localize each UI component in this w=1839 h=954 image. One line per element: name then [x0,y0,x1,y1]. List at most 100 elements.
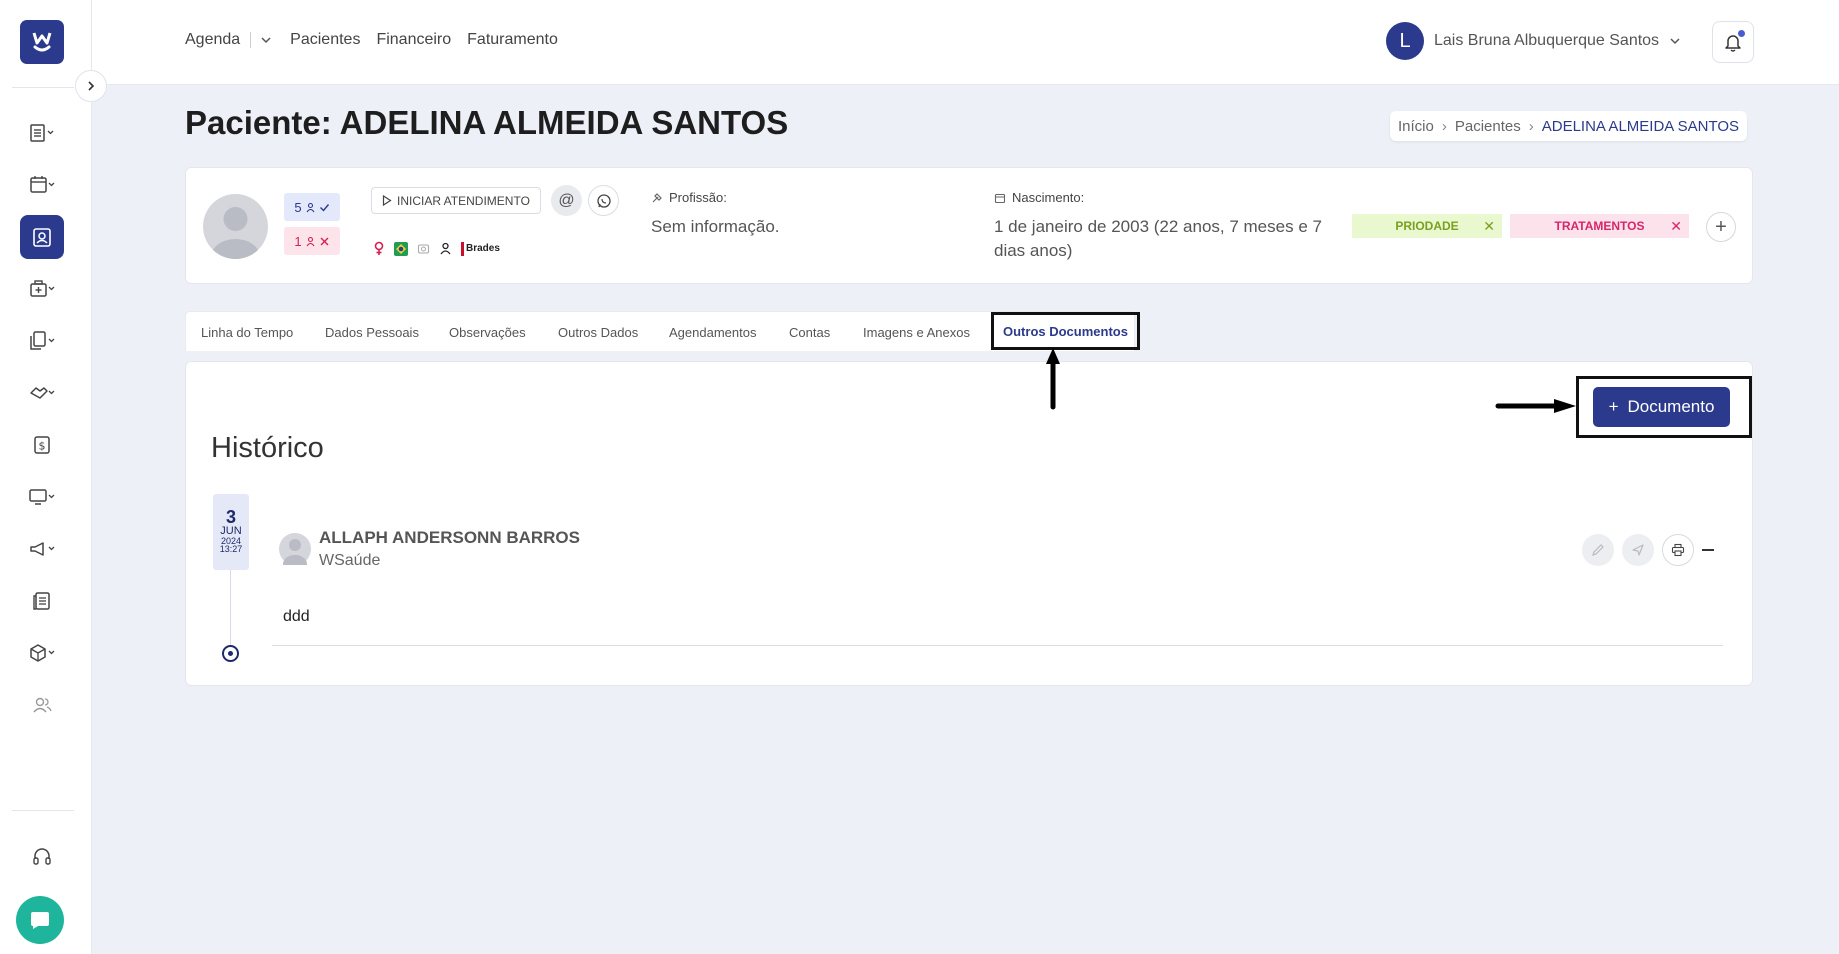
dollar-icon: $ [34,436,50,454]
patient-card: 5 1 INICIAR ATENDIMENTO @ Brades Profiss… [185,167,1753,284]
chevron-right-icon [88,81,95,91]
sidebar-item-reports[interactable] [20,579,64,623]
tag-priority: PRIODADE ✕ [1352,214,1502,238]
sidebar-divider [12,87,74,88]
sidebar-item-monitor[interactable] [20,475,64,519]
sidebar-item-patients[interactable] [20,215,64,259]
nav-financeiro[interactable]: Financeiro [376,31,451,49]
printer-icon [1671,543,1685,557]
plus-icon: + [1608,397,1619,416]
edit-button[interactable] [1582,534,1614,566]
sidebar-item-schedule[interactable] [20,163,64,207]
date-day: 3 [225,507,236,527]
calendar-icon [30,176,55,193]
add-document-label: Documento [1627,397,1715,416]
sidebar-toggle-button[interactable] [75,70,107,102]
timeline-end-icon [222,645,239,662]
timeline-line [230,570,231,650]
whatsapp-icon [596,193,611,208]
attended-badge: 5 [284,193,340,221]
camera-off-icon [417,244,430,254]
person-icon [306,236,315,246]
remove-tag-icon[interactable]: ✕ [1670,218,1682,235]
sidebar-item-records[interactable] [20,111,64,155]
add-document-button[interactable]: + Documento [1593,387,1730,427]
chevron-down-icon[interactable] [260,34,272,46]
chevron-down-icon [1670,38,1680,45]
tab-images-attachments[interactable]: Imagens e Anexos [863,312,970,352]
users-icon [33,697,52,713]
email-button[interactable]: @ [551,185,582,216]
sidebar-item-marketing[interactable] [20,527,64,571]
notifications-button[interactable] [1712,21,1754,63]
list-icon [30,124,54,142]
entry-text: ddd [283,608,310,625]
app-logo[interactable] [20,20,64,64]
attended-count: 5 [294,199,302,215]
patient-avatar [203,194,268,259]
nav-faturamento[interactable]: Faturamento [467,31,558,49]
missed-count: 1 [294,233,302,249]
brazil-flag-icon [394,241,408,256]
date-time: 13:27 [219,544,243,554]
tab-accounts[interactable]: Contas [789,312,830,352]
play-icon [382,195,392,206]
whatsapp-button[interactable] [588,185,619,216]
tab-observations[interactable]: Observações [449,312,526,352]
collapse-entry-icon[interactable] [1702,549,1714,551]
user-name: Lais Bruna Albuquerque Santos [1434,32,1660,49]
tag-label: TRATAMENTOS [1554,219,1645,233]
profession-label-group: Profissão: [651,190,727,205]
insurance-logo: Brades [461,241,500,256]
print-button[interactable] [1662,534,1694,566]
page-title: Paciente: ADELINA ALMEIDA SANTOS [185,104,789,141]
package-icon [30,644,55,662]
chevron-right-icon: › [1441,117,1447,135]
sidebar-item-clinic[interactable] [20,267,64,311]
chat-button[interactable] [16,896,64,944]
notification-dot [1738,30,1745,37]
author-organization: WSaúde [319,552,381,569]
remove-tag-icon[interactable]: ✕ [1483,218,1495,235]
tab-other-data[interactable]: Outros Dados [558,312,638,352]
medical-bag-icon [30,280,55,297]
start-attendance-button[interactable]: INICIAR ATENDIMENTO [371,187,541,214]
user-placeholder-icon [211,207,260,259]
nav-agenda[interactable]: Agenda [185,31,240,49]
send-icon [1632,544,1644,556]
documents-icon [30,331,55,350]
sidebar-item-partners[interactable] [20,371,64,415]
sidebar-item-documents[interactable] [20,319,64,363]
topbar: Agenda Pacientes Financeiro Faturamento … [92,0,1839,85]
insurance-name: Brades [466,243,500,254]
documents-panel: + Documento Histórico 3 JUN 2024 13:27 A… [185,361,1753,686]
send-button[interactable] [1622,534,1654,566]
nav-pacientes[interactable]: Pacientes [290,31,360,49]
monitor-icon [29,489,55,505]
tab-other-documents[interactable]: Outros Documentos [991,312,1140,350]
sidebar-divider [12,810,74,811]
tab-personal-data[interactable]: Dados Pessoais [325,312,419,352]
nav-divider [250,32,252,48]
check-icon [319,203,329,212]
sidebar-item-users[interactable] [20,683,64,727]
breadcrumb-home[interactable]: Início [1398,118,1434,135]
tab-timeline[interactable]: Linha do Tempo [201,312,293,352]
patient-tabs: Linha do Tempo Dados Pessoais Observaçõe… [185,311,1140,352]
newspaper-icon [33,592,50,610]
tab-appointments[interactable]: Agendamentos [669,312,756,352]
add-tag-button[interactable]: + [1706,212,1736,242]
missed-badge: 1 [284,227,340,255]
sidebar-item-inventory[interactable] [20,631,64,675]
female-icon [374,241,384,255]
profession-value: Sem informação. [651,217,780,236]
pencil-icon [1592,544,1604,556]
user-menu[interactable]: L Lais Bruna Albuquerque Santos [1386,22,1681,60]
person-icon [306,202,315,212]
breadcrumb-section[interactable]: Pacientes [1455,118,1521,135]
sidebar-item-finance[interactable]: $ [20,423,64,467]
close-icon [320,237,329,245]
history-title: Histórico [211,432,324,464]
sidebar-item-support[interactable] [20,835,64,879]
chevron-right-icon: › [1528,117,1534,135]
